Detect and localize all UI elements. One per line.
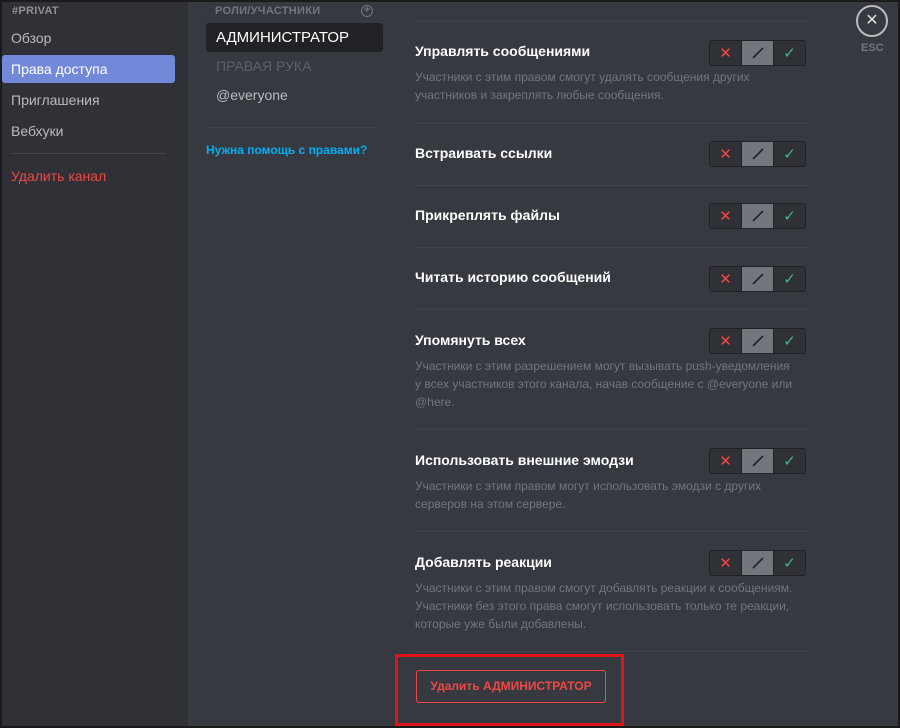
permission-title: Использовать внешние эмодзи (415, 452, 634, 468)
deny-icon[interactable]: ✕ (710, 204, 741, 228)
permission-divider (415, 21, 808, 22)
allow-check-icon[interactable]: ✓ (774, 551, 805, 575)
channel-settings-sidebar: #PRIVAT Обзор Права доступа Приглашения … (2, 2, 188, 726)
permission-toggle: ✕ ✓ (709, 550, 806, 576)
deny-icon[interactable]: ✕ (710, 329, 741, 353)
allow-check-icon[interactable]: ✓ (774, 267, 805, 291)
permission-divider (415, 123, 808, 124)
permission-title: Читать историю сообщений (415, 269, 611, 285)
permissions-help-link[interactable]: Нужна помощь с правами? (206, 143, 367, 157)
permission-description: Участники с этим разрешением могут вызыв… (415, 359, 793, 409)
permission-divider (415, 429, 808, 430)
permission-toggle: ✕ ✓ (709, 448, 806, 474)
add-role-icon[interactable]: + (361, 5, 373, 17)
permission-divider (415, 185, 808, 186)
permission-description: Участники с этим правом смогут удалять с… (415, 70, 750, 102)
delete-channel-button[interactable]: Удалить канал (2, 162, 175, 190)
allow-check-icon[interactable]: ✓ (774, 142, 805, 166)
neutral-slash-icon[interactable] (741, 551, 774, 575)
permission-toggle: ✕ ✓ (709, 328, 806, 354)
channel-name-header: #PRIVAT (12, 5, 59, 17)
permission-description: Участники с этим правом могут использова… (415, 479, 762, 511)
sidebar-item-webhooks[interactable]: Вебхуки (2, 117, 175, 145)
permission-divider (415, 309, 808, 310)
neutral-slash-icon[interactable] (741, 267, 774, 291)
permission-toggle: ✕ ✓ (709, 266, 806, 292)
sidebar-divider (11, 153, 166, 154)
role-item-administrator[interactable]: АДМИНИСТРАТОР (206, 23, 383, 52)
roles-header: РОЛИ/УЧАСТНИКИ (215, 5, 321, 17)
roles-divider (206, 127, 375, 128)
permission-title: Упомянуть всех (415, 332, 526, 348)
settings-window: #PRIVAT Обзор Права доступа Приглашения … (2, 2, 898, 726)
neutral-slash-icon[interactable] (741, 204, 774, 228)
role-item-everyone[interactable]: @everyone (206, 81, 383, 110)
deny-icon[interactable]: ✕ (710, 267, 741, 291)
permission-toggle: ✕ ✓ (709, 40, 806, 66)
neutral-slash-icon[interactable] (741, 41, 774, 65)
allow-check-icon[interactable]: ✓ (774, 41, 805, 65)
neutral-slash-icon[interactable] (741, 449, 774, 473)
close-icon[interactable]: ✕ (856, 5, 888, 37)
deny-icon[interactable]: ✕ (710, 551, 741, 575)
role-item-right-hand[interactable]: ПРАВАЯ РУКА (206, 52, 383, 81)
deny-icon[interactable]: ✕ (710, 449, 741, 473)
neutral-slash-icon[interactable] (741, 142, 774, 166)
permission-title: Управлять сообщениями (415, 43, 591, 59)
permission-description: Участники с этим правом смогут добавлять… (415, 581, 793, 631)
allow-check-icon[interactable]: ✓ (774, 329, 805, 353)
deny-icon[interactable]: ✕ (710, 41, 741, 65)
allow-check-icon[interactable]: ✓ (774, 449, 805, 473)
sidebar-item-permissions[interactable]: Права доступа (2, 55, 175, 83)
permission-title: Прикреплять файлы (415, 207, 560, 223)
permission-divider (415, 651, 808, 652)
permission-toggle: ✕ ✓ (709, 203, 806, 229)
neutral-slash-icon[interactable] (741, 329, 774, 353)
deny-icon[interactable]: ✕ (710, 142, 741, 166)
allow-check-icon[interactable]: ✓ (774, 204, 805, 228)
delete-role-button[interactable]: Удалить АДМИНИСТРАТОР (416, 670, 606, 703)
sidebar-item-invites[interactable]: Приглашения (2, 86, 175, 114)
permission-toggle: ✕ ✓ (709, 141, 806, 167)
permission-title: Добавлять реакции (415, 554, 552, 570)
esc-label: ESC (861, 42, 884, 54)
permission-divider (415, 531, 808, 532)
permission-title: Встраивать ссылки (415, 145, 553, 161)
permission-divider (415, 247, 808, 248)
sidebar-item-overview[interactable]: Обзор (2, 24, 175, 52)
